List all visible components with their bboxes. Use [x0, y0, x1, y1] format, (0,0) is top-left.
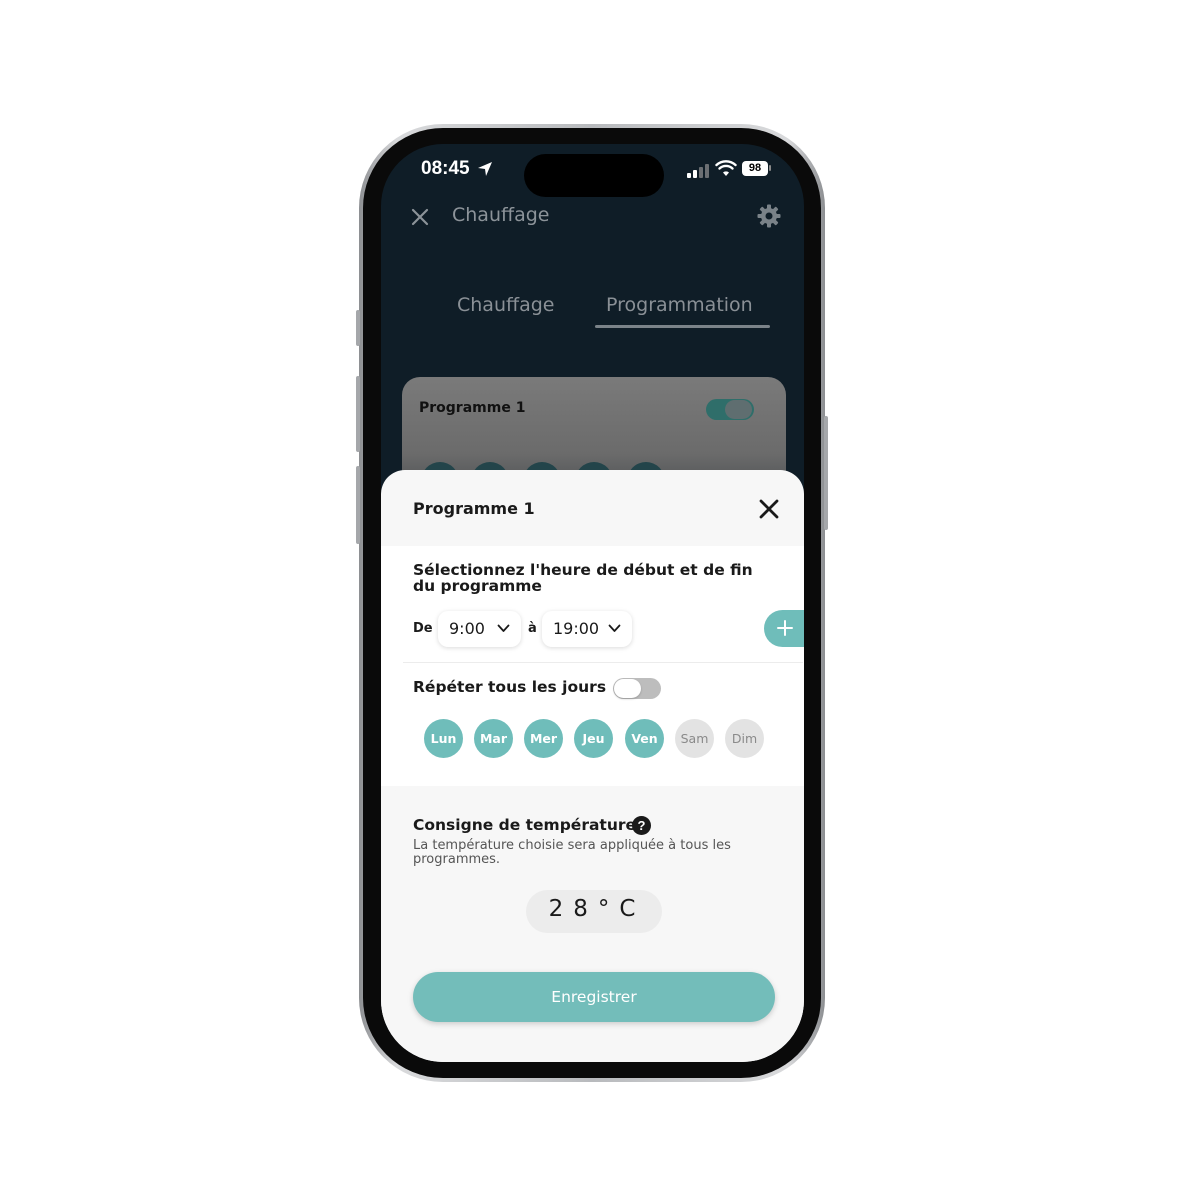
svg-text:?: ?: [638, 818, 646, 833]
battery-indicator: 98: [742, 161, 768, 176]
tab-chauffage[interactable]: Chauffage: [457, 294, 554, 316]
stage: 08:45 98 Chauffage Chauffage Programmati…: [0, 0, 1200, 1200]
phone-screen: 08:45 98 Chauffage Chauffage Programmati…: [381, 144, 804, 1062]
time-range-heading: Sélectionnez l'heure de début et de fin …: [413, 561, 753, 595]
location-arrow-icon: [478, 162, 492, 176]
dynamic-island: [524, 154, 664, 197]
plus-icon: [777, 620, 793, 636]
status-time: 08:45: [421, 158, 470, 179]
repeat-daily-label: Répéter tous les jours: [413, 678, 607, 696]
save-button[interactable]: Enregistrer: [413, 972, 775, 1022]
status-bar: 08:45 98: [381, 144, 804, 198]
volume-up-button: [356, 376, 360, 452]
divider: [403, 662, 803, 663]
start-time-select[interactable]: 9:00: [438, 611, 521, 647]
day-mer[interactable]: Mer: [524, 719, 563, 758]
power-button: [824, 416, 828, 530]
day-mar[interactable]: Mar: [474, 719, 513, 758]
cellular-signal-icon: [687, 164, 709, 178]
program-card-toggle-knob: [725, 400, 752, 419]
volume-down-button: [356, 466, 360, 544]
program-card-title: Programme 1: [419, 400, 526, 416]
wifi-icon: [715, 160, 737, 176]
from-label: De: [413, 621, 433, 636]
tab-programmation[interactable]: Programmation: [606, 294, 753, 316]
day-sam[interactable]: Sam: [675, 719, 714, 758]
repeat-daily-toggle-knob: [614, 679, 641, 698]
day-lun[interactable]: Lun: [424, 719, 463, 758]
action-button: [356, 310, 360, 346]
close-icon[interactable]: [758, 498, 780, 520]
chevron-down-icon: [497, 624, 510, 632]
battery-tip: [769, 165, 771, 171]
to-label: à: [528, 621, 537, 636]
temperature-title: Consigne de température: [413, 816, 637, 834]
day-dim[interactable]: Dim: [725, 719, 764, 758]
temperature-display[interactable]: 28°C: [526, 890, 662, 933]
end-time-value: 19:00: [553, 619, 600, 638]
chevron-down-icon: [608, 624, 621, 632]
end-time-select[interactable]: 19:00: [542, 611, 632, 647]
day-jeu[interactable]: Jeu: [574, 719, 613, 758]
start-time-value: 9:00: [449, 619, 485, 638]
temperature-value: 28°C: [548, 896, 646, 922]
sheet-title: Programme 1: [413, 499, 535, 518]
gear-icon[interactable]: [756, 203, 782, 229]
active-tab-indicator: [595, 325, 770, 328]
help-icon[interactable]: ?: [632, 816, 651, 835]
day-ven[interactable]: Ven: [625, 719, 664, 758]
temperature-description: La température choisie sera appliquée à …: [413, 838, 731, 867]
close-icon[interactable]: [411, 208, 429, 226]
page-title: Chauffage: [452, 204, 550, 226]
